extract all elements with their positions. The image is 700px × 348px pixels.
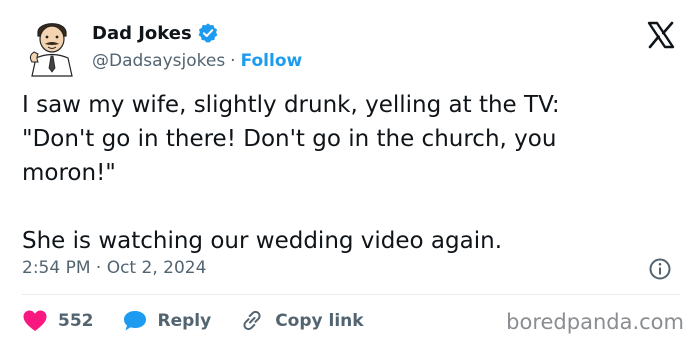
tweet-actions: 552 Reply Copy link (22, 307, 364, 335)
copy-link-button[interactable]: Copy link (239, 309, 364, 333)
avatar[interactable] (26, 18, 78, 78)
like-count: 552 (58, 311, 94, 331)
author-handle[interactable]: @Dadsaysjokes (92, 51, 225, 71)
author-display-name[interactable]: Dad Jokes (92, 23, 192, 44)
reply-label: Reply (157, 311, 212, 331)
handle-row: @Dadsaysjokes · Follow (92, 51, 302, 71)
verified-badge-icon (198, 23, 218, 43)
separator-dot: · (230, 51, 236, 71)
watermark: boredpanda.com (506, 310, 684, 334)
reply-button[interactable]: Reply (122, 309, 212, 333)
tweet-timestamp[interactable]: 2:54 PM · Oct 2, 2024 (22, 258, 206, 278)
x-logo-icon[interactable] (646, 20, 676, 50)
speech-bubble-icon (123, 311, 146, 331)
heart-icon (23, 310, 47, 331)
tweet-card: Dad Jokes @Dadsaysjokes · Follow I saw m… (0, 0, 700, 348)
follow-button[interactable]: Follow (241, 51, 303, 71)
like-button[interactable]: 552 (22, 309, 94, 333)
info-icon[interactable] (648, 257, 672, 281)
author-identity: Dad Jokes @Dadsaysjokes · Follow (92, 20, 302, 72)
tweet-header: Dad Jokes @Dadsaysjokes · Follow (18, 14, 682, 78)
copy-link-label: Copy link (275, 311, 364, 331)
link-icon (243, 310, 261, 331)
tweet-text: I saw my wife, slightly drunk, yelling a… (22, 92, 560, 254)
actions-divider (22, 294, 680, 295)
name-row: Dad Jokes (92, 20, 302, 46)
